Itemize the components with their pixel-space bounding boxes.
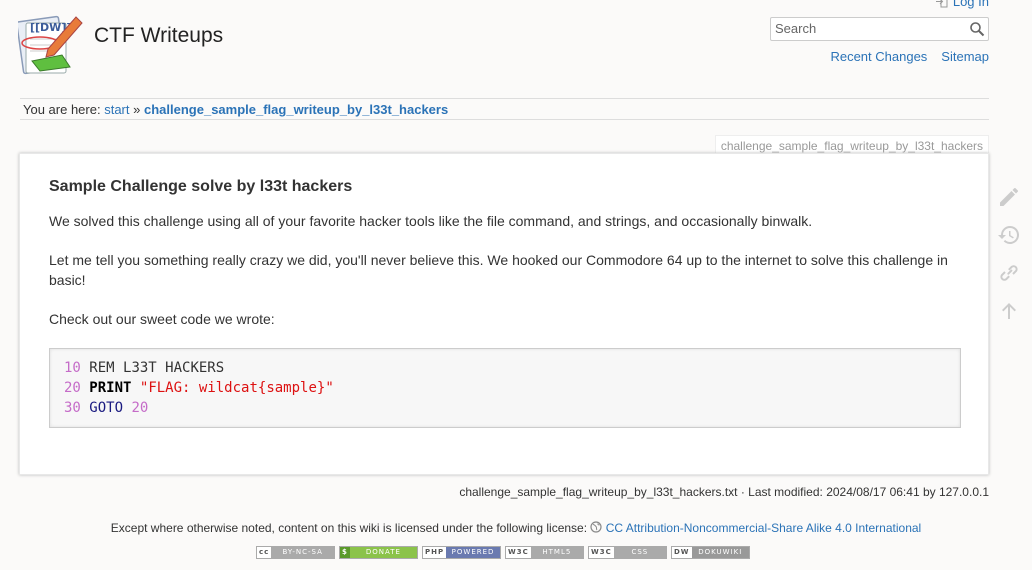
backlinks-icon[interactable] xyxy=(997,261,1021,285)
php-badge[interactable]: PHP POWERED xyxy=(422,546,501,559)
recent-changes-link[interactable]: Recent Changes xyxy=(830,49,927,64)
paragraph-2: Let me tell you something really crazy w… xyxy=(49,252,948,288)
license-link[interactable]: CC Attribution-Noncommercial-Share Alike… xyxy=(606,521,921,535)
css-badge[interactable]: W3C CSS xyxy=(588,546,667,559)
login-icon xyxy=(935,0,948,8)
breadcrumb-home-link[interactable]: start xyxy=(104,102,129,117)
breadcrumb-current-link[interactable]: challenge_sample_flag_writeup_by_l33t_ha… xyxy=(144,102,448,117)
code-line-2: 20 PRINT "FLAG: wildcat{sample}" xyxy=(64,380,334,396)
doc-info: challenge_sample_flag_writeup_by_l33t_ha… xyxy=(459,485,989,499)
page-id-tab[interactable]: challenge_sample_flag_writeup_by_l33t_ha… xyxy=(714,135,989,155)
breadcrumb-separator: » xyxy=(133,102,141,117)
top-nav: Recent Changes Sitemap xyxy=(830,49,989,64)
code-line-3: 30 GOTO 20 xyxy=(64,400,149,416)
page-content: Sample Challenge solve by l33t hackers W… xyxy=(19,153,989,475)
search-icon[interactable] xyxy=(969,21,985,37)
code-block: 10 REM L33T HACKERS 20 PRINT "FLAG: wild… xyxy=(49,348,961,428)
html5-badge[interactable]: W3C HTML5 xyxy=(505,546,584,559)
license-notice: Except where otherwise noted, content on… xyxy=(0,521,1032,535)
license-text: Except where otherwise noted, content on… xyxy=(110,521,588,535)
dokuwiki-badge[interactable]: DW DOKUWIKI xyxy=(671,546,750,559)
dokuwiki-logo-icon[interactable]: [[DW]] xyxy=(18,13,84,77)
code-line-1: 10 REM L33T HACKERS xyxy=(64,360,225,376)
cc-license-badge[interactable]: cc BY-NC-SA xyxy=(256,546,335,559)
search-input[interactable] xyxy=(771,18,961,38)
search-box xyxy=(770,17,989,41)
breadcrumb: You are here: start » challenge_sample_f… xyxy=(20,98,989,120)
page-heading: Sample Challenge solve by l33t hackers xyxy=(49,178,353,195)
login-link[interactable]: Log In xyxy=(935,0,989,9)
paragraph-1: We solved this challenge using all of yo… xyxy=(49,213,813,229)
paragraph-3: Check out our sweet code we wrote: xyxy=(49,311,275,327)
sitemap-link[interactable]: Sitemap xyxy=(941,49,989,64)
globe-icon xyxy=(590,521,602,533)
login-label: Log In xyxy=(952,0,989,9)
footer-badges: cc BY-NC-SA $ DONATE PHP POWERED W3C HTML5 W… xyxy=(256,546,750,559)
edit-pencil-icon[interactable] xyxy=(997,185,1021,209)
site-title[interactable]: CTF Writeups xyxy=(94,24,223,48)
breadcrumb-prefix: You are here: xyxy=(23,102,101,117)
old-revisions-icon[interactable] xyxy=(997,223,1021,247)
back-to-top-icon[interactable] xyxy=(997,299,1021,323)
donate-badge[interactable]: $ DONATE xyxy=(339,546,418,559)
